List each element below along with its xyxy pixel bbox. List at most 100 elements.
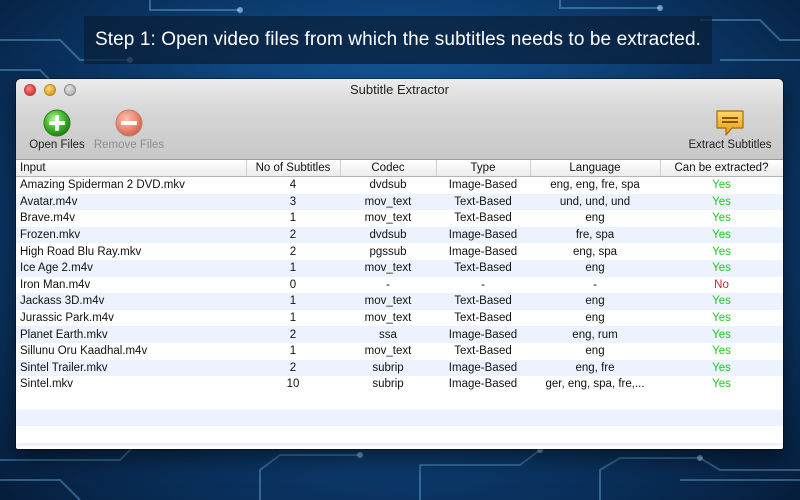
- table-row[interactable]: Avatar.m4v 3 mov_text Text-Based und, und, u…: [16, 193, 783, 211]
- open-files-button[interactable]: Open Files: [22, 108, 92, 151]
- cell-input-filename: Brave.m4v: [16, 210, 246, 227]
- cell-language: eng: [530, 342, 660, 360]
- table-row[interactable]: Jackass 3D.m4v 1 mov_text Text-Based eng Yes: [16, 293, 783, 310]
- column-header-input[interactable]: Input: [16, 160, 247, 177]
- table-row[interactable]: High Road Blu Ray.mkv 2 pgssub Image-Based e…: [16, 243, 783, 260]
- title-toolbar: Subtitle Extractor Open Files Remove Fil…: [16, 79, 783, 160]
- cell-extractable-status: Yes: [660, 326, 783, 343]
- cell-codec: ssa: [340, 326, 436, 343]
- cell-type: Text-Based: [436, 210, 530, 227]
- window-title: Subtitle Extractor: [350, 82, 449, 97]
- cell-extractable-status: Yes: [660, 359, 783, 377]
- cell-type: Text-Based: [436, 193, 530, 211]
- table-row[interactable]: Frozen.mkv 2 dvdsub Image-Based fre, spa Yes: [16, 226, 783, 244]
- cell-subtitle-count: 10: [246, 376, 340, 393]
- remove-files-label: Remove Files: [93, 139, 165, 151]
- speech-bubble-icon: [716, 110, 744, 136]
- cell-input-filename: Sintel Trailer.mkv: [16, 359, 246, 377]
- cell-codec: mov_text: [340, 210, 436, 227]
- cell-language: eng, spa: [530, 243, 660, 260]
- cell-input-filename: Amazing Spiderman 2 DVD.mkv: [16, 176, 246, 194]
- cell-input-filename: Iron Man.m4v: [16, 276, 246, 294]
- cell-codec: mov_text: [340, 293, 436, 310]
- empty-table-area: [16, 392, 783, 446]
- cell-subtitle-count: 4: [246, 176, 340, 194]
- cell-type: -: [436, 276, 530, 294]
- column-header-count[interactable]: No of Subtitles: [246, 160, 341, 177]
- cell-type: Image-Based: [436, 226, 530, 244]
- cell-type: Image-Based: [436, 243, 530, 260]
- cell-language: eng: [530, 309, 660, 327]
- cell-extractable-status: No: [660, 276, 783, 294]
- cell-language: eng, eng, fre, spa: [530, 176, 660, 194]
- table-row[interactable]: Iron Man.m4v 0- - - No: [16, 276, 783, 294]
- cell-input-filename: Frozen.mkv: [16, 226, 246, 244]
- add-icon: [43, 109, 71, 137]
- cell-subtitle-count: 0: [246, 276, 340, 294]
- table-row[interactable]: Amazing Spiderman 2 DVD.mkv 4 dvdsub Image-…: [16, 176, 783, 194]
- cell-type: Image-Based: [436, 359, 530, 377]
- table-row[interactable]: Sillunu Oru Kaadhal.m4v 1 mov_text Text-Bas…: [16, 342, 783, 360]
- cell-extractable-status: Yes: [660, 293, 783, 310]
- cell-input-filename: Sintel.mkv: [16, 376, 246, 393]
- cell-extractable-status: Yes: [660, 342, 783, 360]
- cell-input-filename: High Road Blu Ray.mkv: [16, 243, 246, 260]
- cell-input-filename: Ice Age 2.m4v: [16, 259, 246, 277]
- cell-language: eng: [530, 259, 660, 277]
- cell-subtitle-count: 1: [246, 293, 340, 310]
- cell-language: eng: [530, 293, 660, 310]
- files-table: Input No of Subtitles Codec Type Languag…: [16, 160, 783, 393]
- cell-codec: dvdsub: [340, 226, 436, 244]
- column-header-extractable[interactable]: Can be extracted?: [660, 160, 783, 177]
- cell-input-filename: Jurassic Park.m4v: [16, 309, 246, 327]
- cell-subtitle-count: 3: [246, 193, 340, 211]
- table-row[interactable]: Sintel.mkv 10 subrip Image-Based ger, eng, s…: [16, 376, 783, 393]
- cell-language: fre, spa: [530, 226, 660, 244]
- cell-extractable-status: Yes: [660, 259, 783, 277]
- cell-input-filename: Planet Earth.mkv: [16, 326, 246, 343]
- cell-subtitle-count: 1: [246, 259, 340, 277]
- table-row[interactable]: Jurassic Park.m4v 1 mov_text Text-Based eng Y…: [16, 309, 783, 327]
- cell-type: Text-Based: [436, 293, 530, 310]
- cell-subtitle-count: 2: [246, 226, 340, 244]
- cell-codec: mov_text: [340, 259, 436, 277]
- remove-icon: [115, 109, 143, 137]
- cell-type: Image-Based: [436, 176, 530, 194]
- table-row[interactable]: Ice Age 2.m4v 1 mov_text Text-Based eng Yes: [16, 259, 783, 277]
- cell-codec: subrip: [340, 376, 436, 393]
- table-row[interactable]: Brave.m4v 1 mov_text Text-Based eng Yes: [16, 210, 783, 227]
- cell-type: Text-Based: [436, 342, 530, 360]
- remove-files-button[interactable]: Remove Files: [90, 108, 168, 151]
- cell-codec: mov_text: [340, 193, 436, 211]
- cell-subtitle-count: 1: [246, 309, 340, 327]
- cell-subtitle-count: 1: [246, 210, 340, 227]
- cell-codec: mov_text: [340, 342, 436, 360]
- cell-language: -: [530, 276, 660, 294]
- column-header-codec[interactable]: Codec: [340, 160, 437, 177]
- cell-type: Image-Based: [436, 326, 530, 343]
- cell-language: und, und, und: [530, 193, 660, 211]
- cell-codec: subrip: [340, 359, 436, 377]
- column-header-type[interactable]: Type: [436, 160, 531, 177]
- cell-subtitle-count: 2: [246, 243, 340, 260]
- extract-subtitles-button[interactable]: Extract Subtitles: [683, 108, 777, 151]
- cell-language: eng: [530, 210, 660, 227]
- cell-codec: pgssub: [340, 243, 436, 260]
- cell-extractable-status: Yes: [660, 193, 783, 211]
- column-header-language[interactable]: Language: [530, 160, 661, 177]
- cell-codec: mov_text: [340, 309, 436, 327]
- cell-language: eng, fre: [530, 359, 660, 377]
- cell-language: ger, eng, spa, fre,...: [530, 376, 660, 393]
- cell-type: Text-Based: [436, 309, 530, 327]
- table-header-row: Input No of Subtitles Codec Type Languag…: [16, 160, 783, 177]
- open-files-label: Open Files: [29, 139, 85, 151]
- table-row[interactable]: Sintel Trailer.mkv 2 subrip Image-Based eng,…: [16, 359, 783, 377]
- cell-input-filename: Jackass 3D.m4v: [16, 293, 246, 310]
- extract-subtitles-label: Extract Subtitles: [688, 139, 772, 151]
- cell-extractable-status: Yes: [660, 210, 783, 227]
- cell-subtitle-count: 2: [246, 326, 340, 343]
- cell-subtitle-count: 1: [246, 342, 340, 360]
- cell-extractable-status: Yes: [660, 309, 783, 327]
- table-row[interactable]: Planet Earth.mkv 2 ssa Image-Based eng, rum Y…: [16, 326, 783, 343]
- cell-extractable-status: Yes: [660, 376, 783, 393]
